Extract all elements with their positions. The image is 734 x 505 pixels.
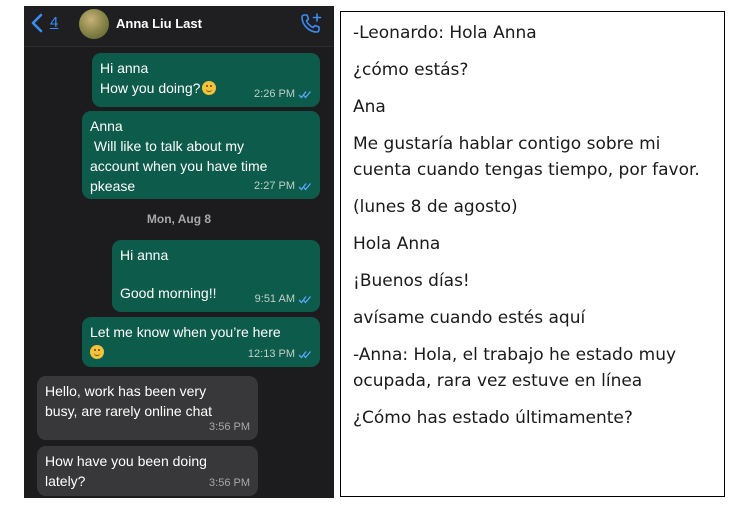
message-text: Will like to talk about my xyxy=(90,138,245,154)
message-time: 12:13 PM xyxy=(247,348,295,360)
message-bubble-outgoing[interactable]: Hi anna How you doing? 2:26 PM xyxy=(92,53,320,107)
translation-line: Me gustaría hablar contigo sobre mi cuen… xyxy=(353,134,700,180)
message-text: Hi anna xyxy=(120,247,169,263)
avatar[interactable] xyxy=(79,9,109,39)
message-time: 2:26 PM xyxy=(254,88,295,100)
unread-count[interactable]: 4 xyxy=(50,14,58,31)
chat-screenshot: 4 Anna Liu Last Hi anna How you doing? 2… xyxy=(24,6,334,498)
chat-header: 4 Anna Liu Last xyxy=(24,6,334,47)
date-separator: Mon, Aug 8 xyxy=(146,212,212,226)
message-meta: 3:56 PM xyxy=(209,417,250,437)
read-ticks-icon xyxy=(298,182,311,191)
message-meta: 9:51 AM xyxy=(255,289,312,309)
message-text: account when you have time xyxy=(90,158,268,174)
smile-emoji-icon xyxy=(90,345,104,359)
message-time: 9:51 AM xyxy=(254,293,295,305)
translation-line: -Anna: Hola, el trabajo he estado muy oc… xyxy=(353,345,677,391)
chevron-left-icon[interactable] xyxy=(30,13,44,33)
translation-line: ¿Cómo has estado últimamente? xyxy=(353,408,633,428)
message-text: Let me know when you’re here xyxy=(90,324,281,340)
message-time: 3:56 PM xyxy=(209,421,250,433)
message-time: 3:56 PM xyxy=(209,477,250,489)
message-bubble-outgoing[interactable]: Anna Will like to talk about my account … xyxy=(82,111,320,199)
contact-name[interactable]: Anna Liu Last xyxy=(116,16,202,31)
message-meta: 2:26 PM xyxy=(254,84,312,104)
read-ticks-icon xyxy=(298,350,311,359)
translation-line: ¿cómo estás? xyxy=(353,60,469,80)
message-bubble-incoming[interactable]: How have you been doing lately? 3:56 PM xyxy=(37,446,258,496)
message-text: Anna xyxy=(90,118,123,134)
translation-line: -Leonardo: Hola Anna xyxy=(353,23,537,43)
translation-line: Ana xyxy=(353,97,386,117)
add-call-icon[interactable] xyxy=(300,12,322,34)
message-text xyxy=(120,265,312,283)
message-text: Hi anna xyxy=(100,60,149,76)
message-meta: 3:56 PM xyxy=(209,473,250,493)
message-text: How have you been doing xyxy=(45,453,207,469)
message-time: 2:27 PM xyxy=(254,180,295,192)
smile-emoji-icon xyxy=(202,81,217,95)
translation-panel: -Leonardo: Hola Anna ¿cómo estás? Ana Me… xyxy=(340,11,725,497)
translation-line: avísame cuando estés aquí xyxy=(353,308,586,328)
read-ticks-icon xyxy=(298,295,311,304)
message-meta: 2:27 PM xyxy=(254,176,312,196)
translation-line: ¡Buenos días! xyxy=(353,271,470,291)
read-ticks-icon xyxy=(298,90,311,99)
message-text: Hello, work has been very xyxy=(45,383,207,399)
message-meta: 12:13 PM xyxy=(248,344,312,364)
message-bubble-outgoing[interactable]: Let me know when you’re here 12:13 PM xyxy=(82,317,320,367)
message-bubble-outgoing[interactable]: Hi anna Good morning!! 9:51 AM xyxy=(112,240,320,312)
message-bubble-incoming[interactable]: Hello, work has been very busy, are rare… xyxy=(37,376,258,440)
translation-line: Hola Anna xyxy=(353,234,441,254)
translation-line: (lunes 8 de agosto) xyxy=(353,197,518,217)
